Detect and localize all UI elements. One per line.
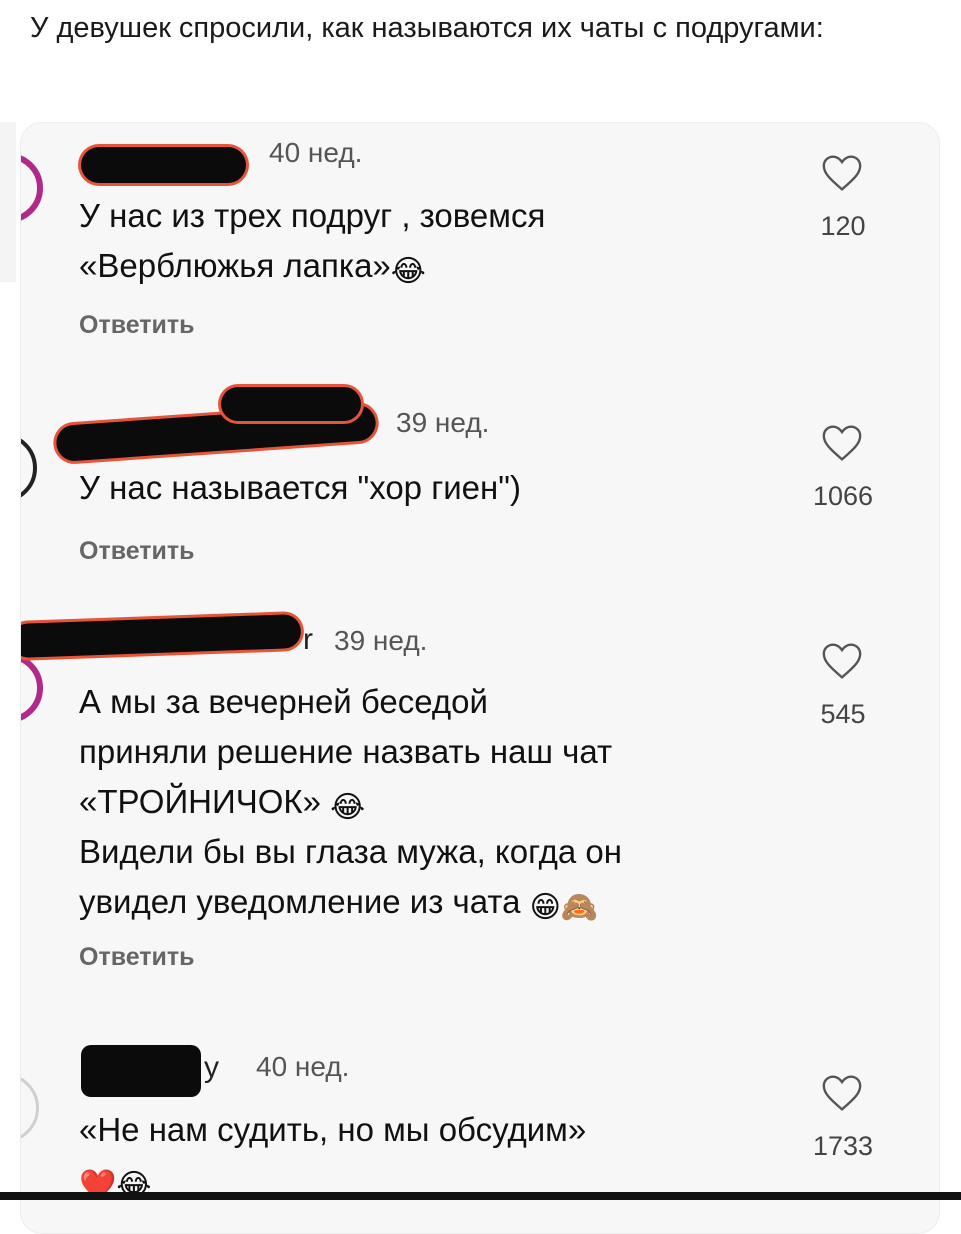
username-tail: r: [303, 623, 313, 656]
face-with-tears-of-joy-emoji: 😂: [390, 255, 426, 288]
heart-outline-icon[interactable]: [820, 641, 864, 681]
avatar[interactable]: [21, 1073, 39, 1143]
heart-outline-icon[interactable]: [820, 1073, 864, 1113]
like-count: 1733: [812, 1131, 874, 1161]
comment-text: У нас из трех подруг , зовемся «Верблюжь…: [79, 191, 779, 291]
face-with-tears-of-joy-emoji: 😂: [330, 791, 366, 824]
comment-line: «ТРОЙНИЧОК» 😂: [79, 783, 366, 824]
comment-time: 39 нед.: [334, 625, 428, 656]
username-redaction: [21, 613, 302, 659]
comment-line: У нас из трех подруг , зовемся: [79, 197, 546, 234]
like-count: 1066: [812, 481, 874, 511]
avatar[interactable]: [21, 153, 43, 223]
comment-line: «Не нам судить, но мы обсудим»: [79, 1111, 587, 1148]
reply-button[interactable]: Ответить: [79, 311, 195, 340]
comment-text: У нас называется "хор гиен"): [79, 463, 779, 513]
reply-button[interactable]: Ответить: [79, 537, 195, 566]
comment-line: приняли решение назвать наш чат: [79, 733, 613, 770]
comment-line: Видели бы вы глаза мужа, когда он: [79, 833, 622, 870]
username-redaction: [81, 1045, 201, 1097]
comment-line: увидел уведомление из чата 😁🙈: [79, 883, 599, 924]
grinning-face-emoji: 😁: [529, 891, 561, 924]
bottom-edge: [0, 1192, 961, 1200]
comment-time: 39 нед.: [396, 407, 490, 438]
avatar[interactable]: [21, 433, 37, 503]
username-redaction: [81, 147, 246, 183]
like-count: 545: [820, 699, 866, 729]
username-redaction: [221, 387, 361, 421]
comment-line: У нас называется "хор гиен"): [79, 469, 521, 506]
comment-text: А мы за вечерней беседой приняли решение…: [79, 677, 779, 927]
heart-outline-icon[interactable]: [820, 153, 864, 193]
comments-screenshot: 40 нед. У нас из трех подруг , зовемся «…: [20, 122, 940, 1234]
heart-outline-icon[interactable]: [820, 423, 864, 463]
reply-button[interactable]: Ответить: [79, 943, 195, 972]
like-count: 120: [820, 211, 866, 241]
post-caption: У девушек спросили, как называются их ча…: [30, 12, 824, 44]
comment-time: 40 нед.: [269, 137, 363, 168]
comment-time: 40 нед.: [256, 1051, 350, 1082]
username-tail: y: [204, 1051, 219, 1084]
see-no-evil-monkey-emoji: 🙈: [560, 891, 599, 924]
comment-line: «Верблюжья лапка»😂: [79, 247, 426, 288]
avatar[interactable]: [21, 653, 43, 723]
comment-text: «Не нам судить, но мы обсудим» ❤️😂: [79, 1105, 779, 1205]
comment-line: А мы за вечерней беседой: [79, 683, 488, 720]
page-edge: [0, 122, 16, 282]
